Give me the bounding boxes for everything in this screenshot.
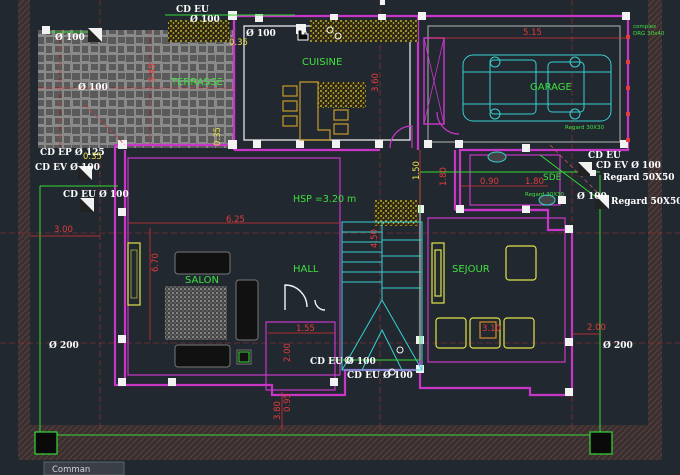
kitchen-counter-top xyxy=(310,20,418,42)
label-corner-note-2: DRG 30x40 xyxy=(633,31,665,37)
boundary-hatch-right xyxy=(648,0,662,430)
boundary-hatch-bottom xyxy=(18,425,662,460)
command-tab[interactable]: Comman xyxy=(52,465,90,475)
label-regard-1: Regard 50X50 xyxy=(603,173,675,183)
dim-180-a: 1.80 xyxy=(525,177,544,187)
label-corner-note-1: complex xyxy=(633,24,657,30)
dim-150: 1.50 xyxy=(412,161,422,180)
dim-200-b: 2.00 xyxy=(587,323,606,333)
dim-090: 0.90 xyxy=(480,177,499,187)
dim-380: 3.80 xyxy=(273,401,283,420)
room-label-garage: GARAGE xyxy=(530,82,572,93)
dim-345: 3.45 xyxy=(148,63,158,82)
terrasse-floor xyxy=(38,30,234,148)
label-o200-right: Ø 200 xyxy=(603,340,633,351)
label-o100-terrasse: Ø 100 xyxy=(78,82,108,93)
dim-180-b: 1.80 xyxy=(439,167,449,186)
dim-360: 3.60 xyxy=(371,73,381,92)
ceiling-height-note: HSP =3.20 m xyxy=(293,194,356,205)
dim-300: 3.00 xyxy=(54,225,73,235)
dim-035-c: 0.35 xyxy=(213,127,223,146)
label-cd-ev-left: CD EV Ø 100 xyxy=(35,162,100,173)
cursor-marker xyxy=(380,0,385,5)
label-regard-small-1: Regard 30X30 xyxy=(565,125,604,131)
label-o100-top2: Ø 100 xyxy=(246,28,276,39)
room-label-sde: SDE xyxy=(543,173,562,183)
room-label-salon: SALON xyxy=(185,275,219,286)
label-o100-top-left: Ø 100 xyxy=(55,32,85,43)
dim-155: 1.55 xyxy=(296,324,315,334)
label-cd-eu-bottom2: CD EU Ø 100 xyxy=(347,370,413,381)
dim-515: 5.15 xyxy=(523,28,542,38)
dim-450: 4.50 xyxy=(370,229,380,248)
dim-625: 6.25 xyxy=(226,215,245,225)
boundary-hatch-left xyxy=(18,0,30,430)
hall-doors xyxy=(284,284,326,311)
room-label-hall: HALL xyxy=(293,264,319,275)
dim-035-a: 0.35 xyxy=(229,38,248,48)
dim-035-b: 0.35 xyxy=(83,152,102,162)
dim-095: 0.95 xyxy=(283,393,293,412)
staircase xyxy=(341,221,423,371)
dim-670: 6.70 xyxy=(151,253,161,272)
room-label-cuisine: CUISINE xyxy=(302,57,342,68)
label-cd-eu-top: CD EU xyxy=(176,5,209,15)
label-cd-eu-left: CD EU Ø 100 xyxy=(63,189,129,200)
dim-310: 3.10 xyxy=(482,324,501,334)
label-o100-right: Ø 100 xyxy=(577,191,607,202)
label-o200-left: Ø 200 xyxy=(49,340,79,351)
kitchen-island xyxy=(318,82,366,108)
room-label-sejour: SEJOUR xyxy=(452,264,490,275)
label-regard-small-2: Regard 30X30 xyxy=(525,192,564,198)
salon-furniture xyxy=(127,242,259,368)
label-regard-2: Regard 50X50 xyxy=(611,197,680,207)
label-cd-ev-right: CD EV Ø 100 xyxy=(596,160,661,171)
floor-plan-drawing: TERRASSE CUISINE GARAGE SALON HALL SEJOU… xyxy=(0,0,680,475)
room-label-terrasse: TERRASSE xyxy=(170,77,223,88)
label-o100-top1: Ø 100 xyxy=(190,14,220,25)
dim-200-a: 2.00 xyxy=(283,343,293,362)
label-cd-eu-bottom1: CD EU Ø 100 xyxy=(310,356,376,367)
label-cd-eu-right: CD EU xyxy=(588,151,621,161)
